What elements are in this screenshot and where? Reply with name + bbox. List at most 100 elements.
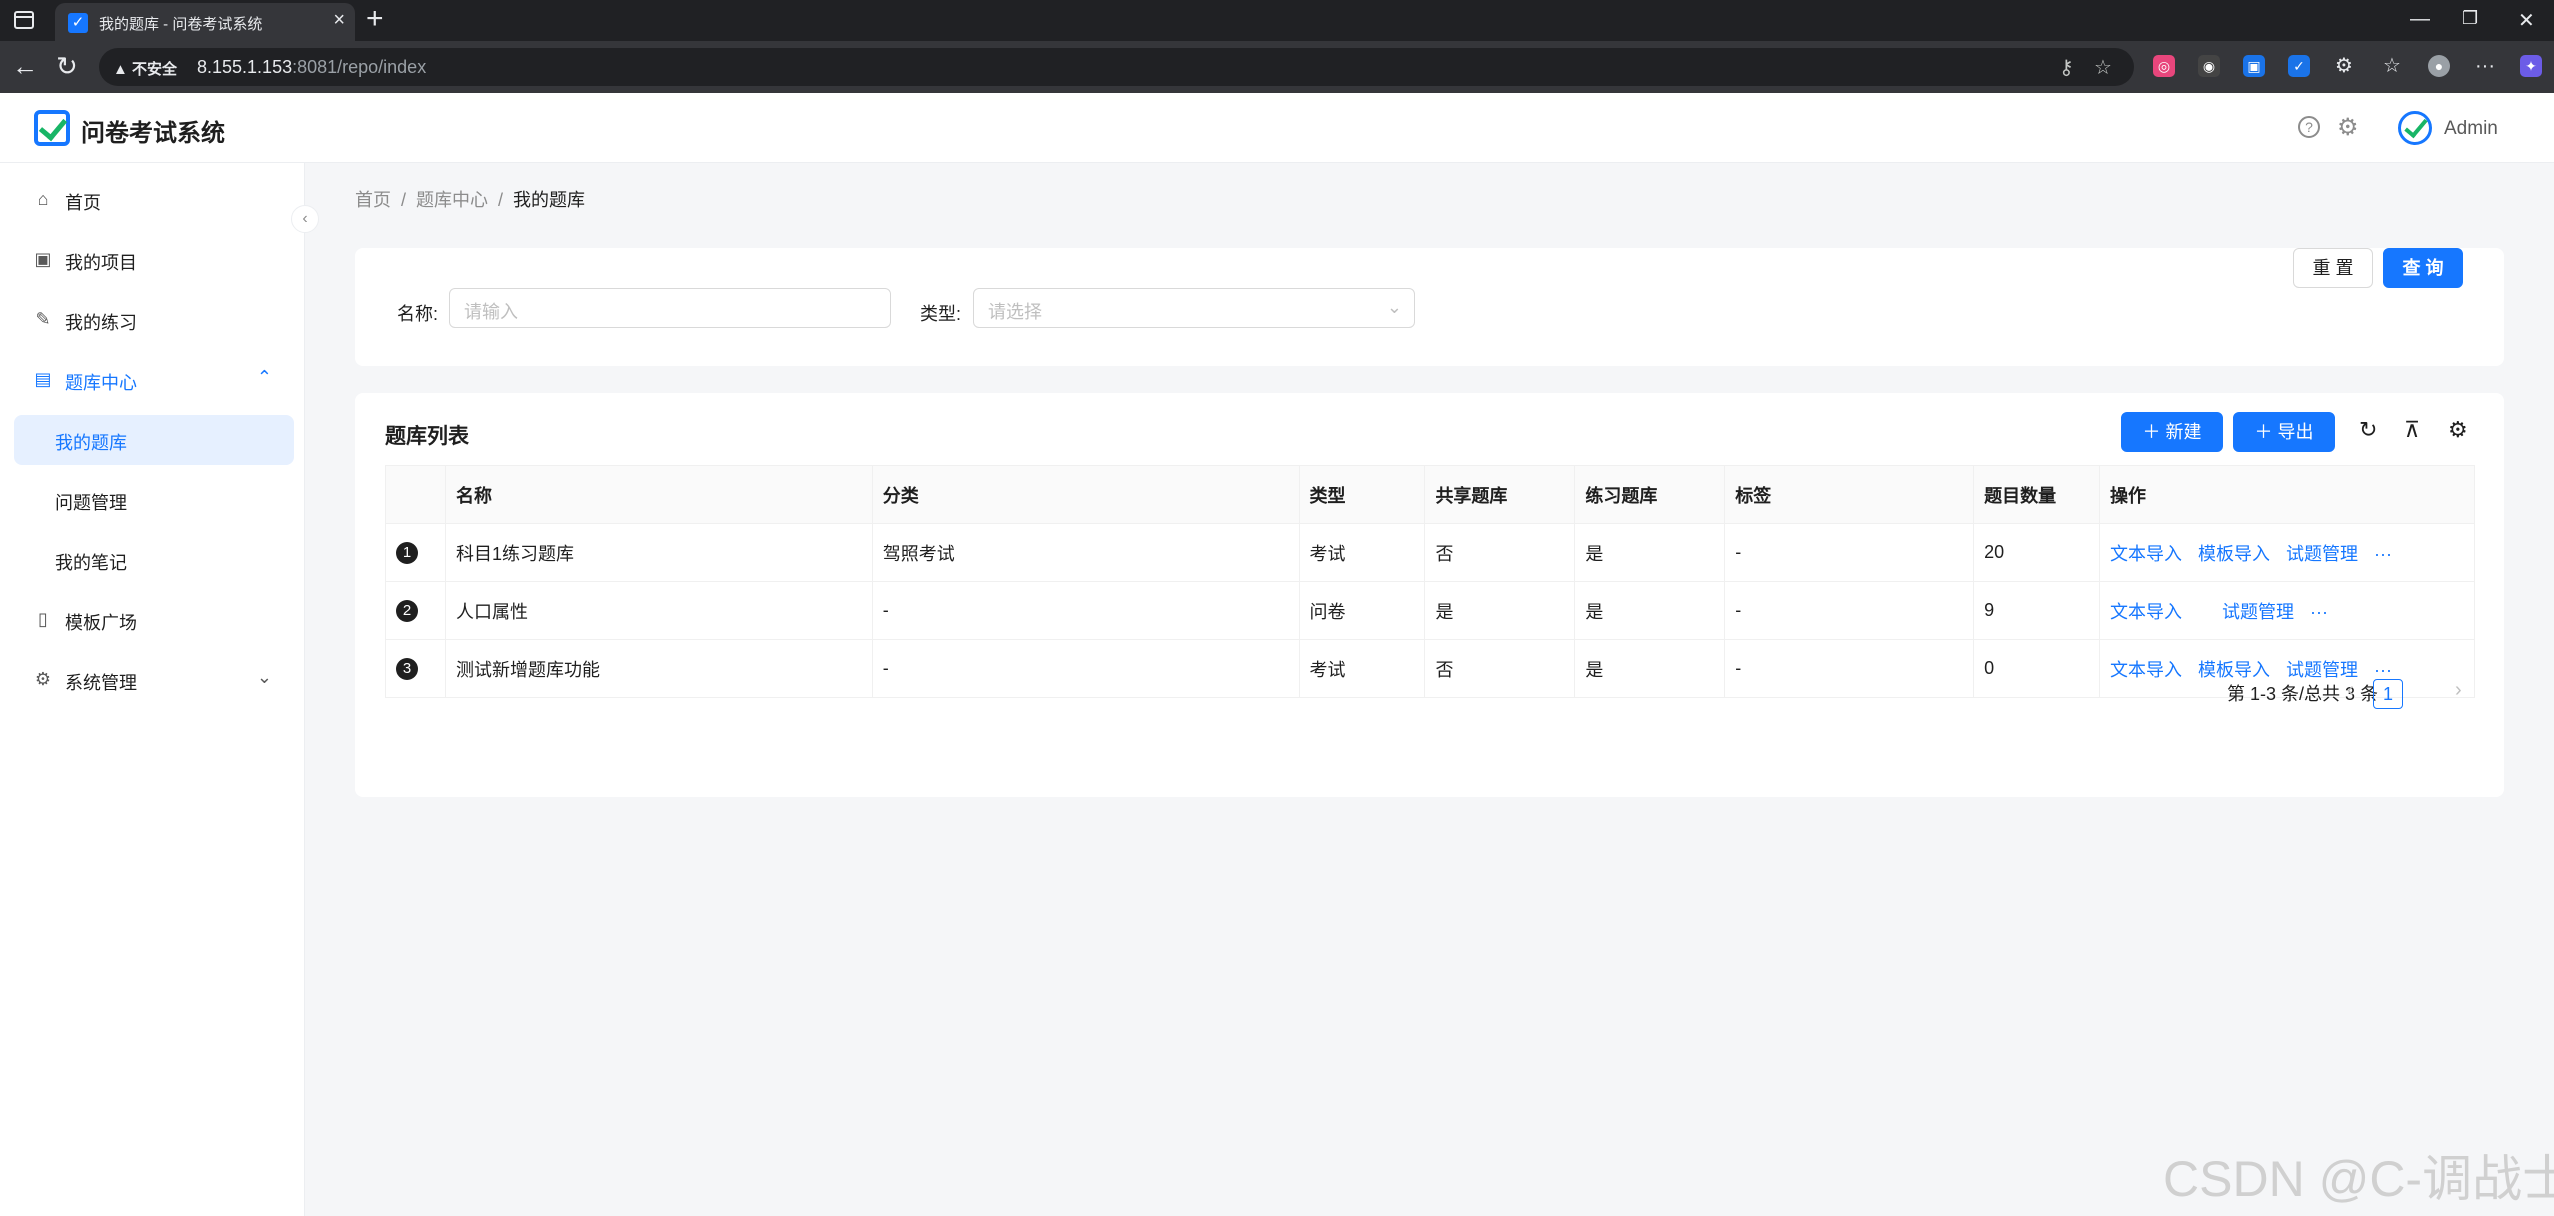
column-header: 分类	[872, 465, 1300, 524]
refresh-icon[interactable]: ↻	[2359, 417, 2377, 443]
page-number-button[interactable]: 1	[2373, 679, 2403, 709]
column-header: 共享题库	[1424, 465, 1576, 524]
breadcrumb-item[interactable]: 题库中心	[416, 190, 488, 210]
sidebar-item-projects[interactable]: ▣ 我的项目	[14, 235, 294, 285]
new-label: 新建	[2165, 422, 2202, 442]
repo-table: 名称 分类 类型 共享题库 练习题库 标签 题目数量 操作 1 科目1练习题库 …	[385, 465, 2475, 698]
breadcrumb-item[interactable]: 首页	[355, 190, 391, 210]
extension-icon[interactable]: ✓	[2288, 55, 2310, 77]
pagination-total: 第 1-3 条/总共 3 条	[2227, 684, 2379, 704]
cell-shared: 是	[1424, 581, 1576, 640]
not-secure-icon[interactable]: ▲ 不安全	[113, 58, 177, 79]
cell-type: 问卷	[1299, 581, 1426, 640]
more-menu-icon[interactable]: ···	[2474, 55, 2496, 77]
user-name[interactable]: Admin	[2444, 118, 2498, 140]
more-actions-icon[interactable]: ···	[2310, 602, 2328, 622]
project-icon: ▣	[34, 249, 52, 269]
question-manage-link[interactable]: 试题管理	[2222, 602, 2294, 622]
next-page-icon[interactable]: ›	[2455, 679, 2462, 702]
back-icon[interactable]: ←	[12, 51, 38, 82]
settings-gear-icon[interactable]: ⚙	[2337, 113, 2359, 142]
column-header: 标签	[1724, 465, 1975, 524]
type-select[interactable]: 请选择 ⌄	[973, 288, 1415, 328]
sidebar-item-label: 我的笔记	[55, 553, 127, 573]
avatar[interactable]	[2398, 111, 2432, 145]
browser-tab-bar: ✓ 我的题库 - 问卷考试系统 × + — ❐ ✕	[0, 0, 2554, 41]
breadcrumb-current: 我的题库	[513, 190, 586, 210]
export-button[interactable]: ＋ 导出	[2233, 412, 2335, 452]
sidebar-item-practice[interactable]: ✎ 我的练习	[14, 295, 294, 345]
name-label: 名称:	[397, 304, 439, 324]
address-bar: ← ↻ ▲ 不安全 8.155.1.153:8081/repo/index ⚷ …	[0, 41, 2554, 93]
column-settings-icon[interactable]: ⚙	[2448, 417, 2468, 443]
template-import-link[interactable]: 模板导入	[2198, 544, 2270, 564]
new-tab-icon[interactable]: +	[366, 2, 384, 36]
table-row: 3 测试新增题库功能 - 考试 否 是 - 0 文本导入 模板导入 试题管理 ···	[385, 639, 2475, 698]
question-manage-link[interactable]: 试题管理	[2286, 544, 2358, 564]
more-actions-icon[interactable]: ···	[2374, 544, 2392, 564]
density-icon[interactable]: ⊼	[2404, 417, 2420, 443]
favorite-star-icon[interactable]: ☆	[2094, 55, 2112, 80]
sidebar-toggle-icon[interactable]	[14, 11, 34, 29]
query-button[interactable]: 查 询	[2383, 248, 2463, 288]
cell-shared: 否	[1424, 639, 1576, 698]
sidebar-item-repo-center[interactable]: ▤ 题库中心 ⌃	[14, 355, 294, 405]
table-title: 题库列表	[385, 425, 469, 448]
sidebar-collapse-button[interactable]: ‹	[291, 205, 319, 233]
cell-count: 9	[1973, 581, 2100, 640]
close-window-icon[interactable]: ✕	[2518, 8, 2535, 33]
prev-page-icon[interactable]: ‹	[2347, 679, 2354, 702]
more-actions-icon[interactable]: ···	[2374, 660, 2392, 680]
url-field[interactable]: ▲ 不安全 8.155.1.153:8081/repo/index ⚷ ☆	[99, 48, 2134, 86]
app-header: 问卷考试系统 ? ⚙ Admin	[0, 93, 2554, 163]
copilot-icon[interactable]: ✦	[2520, 55, 2542, 77]
sidebar-item-system[interactable]: ⚙ 系统管理 ⌄	[14, 655, 294, 705]
extension-icon[interactable]: ▣	[2243, 55, 2265, 77]
text-import-link[interactable]: 文本导入	[2110, 544, 2182, 564]
close-tab-icon[interactable]: ×	[333, 9, 345, 32]
extension-icon[interactable]: ◉	[2198, 55, 2220, 77]
cell-actions: 文本导入 试题管理 ···	[2099, 581, 2475, 640]
reset-button[interactable]: 重 置	[2293, 248, 2373, 288]
cell-practice: 是	[1574, 639, 1726, 698]
row-index-badge: 3	[396, 658, 418, 680]
chevron-down-icon: ⌄	[1386, 297, 1402, 317]
new-button[interactable]: ＋ 新建	[2121, 412, 2223, 452]
reload-icon[interactable]: ↻	[56, 51, 78, 82]
text-import-link[interactable]: 文本导入	[2110, 602, 2182, 622]
browser-tab[interactable]: ✓ 我的题库 - 问卷考试系统 ×	[55, 3, 355, 41]
profile-icon[interactable]: ●	[2428, 55, 2450, 77]
sidebar-item-home[interactable]: ⌂ 首页	[14, 175, 294, 225]
sidebar-item-question-manage[interactable]: 问题管理	[14, 475, 294, 525]
extensions-icon[interactable]: ⚙	[2333, 55, 2355, 77]
cell-category: -	[872, 639, 1300, 698]
sidebar-item-label: 系统管理	[65, 673, 137, 693]
sidebar-item-my-repo[interactable]: 我的题库	[14, 415, 294, 465]
column-header: 类型	[1299, 465, 1426, 524]
favicon-icon: ✓	[68, 13, 88, 33]
text-import-link[interactable]: 文本导入	[2110, 660, 2182, 680]
maximize-icon[interactable]: ❐	[2462, 8, 2478, 29]
column-header	[385, 465, 446, 524]
column-header: 操作	[2099, 465, 2475, 524]
edit-icon: ✎	[35, 309, 51, 329]
sidebar-item-templates[interactable]: ▯ 模板广场	[14, 595, 294, 645]
cell-count: 0	[1973, 639, 2100, 698]
app-root: 问卷考试系统 ? ⚙ Admin ⌂ 首页 ▣ 我的项目 ✎ 我的练习 ▤ 题库…	[0, 93, 2554, 1216]
watermark: CSDN @C-调战士	[2163, 1151, 2554, 1207]
url-host: 8.155.1.153	[197, 57, 293, 77]
sidebar-item-notes[interactable]: 我的笔记	[14, 535, 294, 585]
question-manage-link[interactable]: 试题管理	[2286, 660, 2358, 680]
cell-count: 20	[1973, 523, 2100, 582]
template-import-link[interactable]: 模板导入	[2198, 660, 2270, 680]
name-input[interactable]: 请输入	[449, 288, 891, 328]
cell-shared: 否	[1424, 523, 1576, 582]
column-header: 题目数量	[1973, 465, 2100, 524]
favorites-icon[interactable]: ☆	[2381, 55, 2403, 77]
security-label: 不安全	[132, 61, 178, 78]
cell-practice: 是	[1574, 523, 1726, 582]
key-icon[interactable]: ⚷	[2059, 55, 2074, 80]
help-icon[interactable]: ?	[2298, 116, 2320, 138]
minimize-icon[interactable]: —	[2410, 8, 2430, 31]
extension-icon[interactable]: ◎	[2153, 55, 2175, 77]
